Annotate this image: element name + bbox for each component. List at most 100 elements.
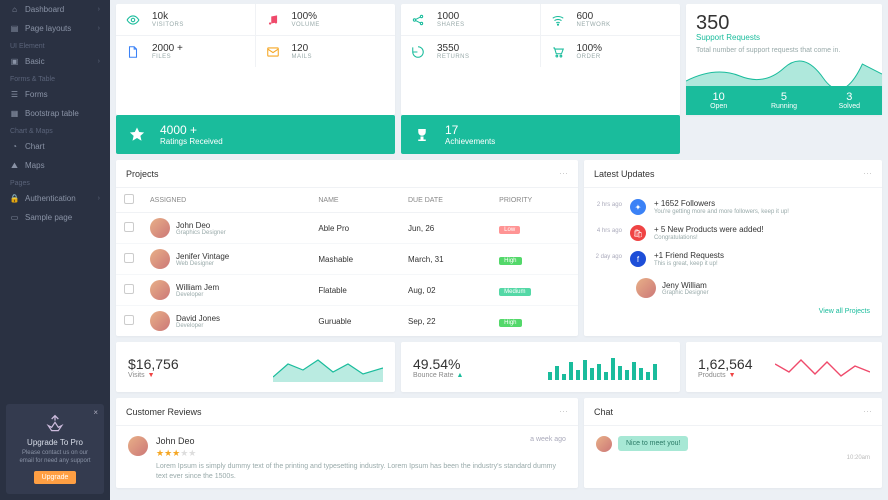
row-checkbox[interactable] [124, 253, 134, 263]
col-assigned: ASSIGNED [142, 188, 310, 213]
ratings-banner: 4000 +Ratings Received [116, 115, 395, 154]
bounce-card: 49.54%Bounce Rate▲ [401, 342, 680, 392]
table-row[interactable]: David JonesDeveloperGuruableSep, 22High [116, 306, 578, 337]
priority-badge: High [499, 319, 521, 327]
col-priority: PRIORITY [491, 188, 578, 213]
spark-line [775, 352, 870, 382]
nav-page-layouts[interactable]: ▤Page layouts› [0, 19, 110, 38]
table-icon: ▦ [10, 109, 19, 118]
chevron-icon: › [98, 25, 100, 32]
support-tab-solved[interactable]: 3Solved [817, 86, 882, 115]
stat-cell: 1000SHARES [401, 4, 541, 36]
eye-icon [126, 13, 140, 27]
support-desc: Total number of support requests that co… [696, 47, 872, 54]
priority-badge: Medium [499, 288, 530, 296]
metric-value: $16,756 [128, 356, 179, 372]
music-icon [266, 13, 280, 27]
update-icon: f [630, 251, 646, 267]
metric-label: Bounce Rate [413, 372, 453, 379]
chat-title: Chat [594, 407, 613, 417]
nav-authentication[interactable]: 🔒Authentication› [0, 189, 110, 208]
update-desc: Congratulations! [654, 235, 764, 241]
form-icon: ☰ [10, 90, 19, 99]
reviewer-name: John Deo [156, 436, 195, 446]
stat-value: 120 [292, 43, 313, 54]
view-all-link[interactable]: View all Projects [584, 304, 882, 319]
chat-time: 10:20am [596, 455, 870, 461]
nav-forms[interactable]: ☰Forms [0, 85, 110, 104]
cart-icon [551, 45, 565, 59]
close-icon[interactable]: × [93, 408, 98, 417]
card-menu-icon[interactable]: ⋯ [863, 168, 872, 179]
stat-cell: 3550RETURNS [401, 36, 541, 67]
upgrade-title: Upgrade To Pro [14, 438, 96, 447]
support-tab-running[interactable]: 5Running [751, 86, 816, 115]
update-time: 2 hrs ago [594, 199, 622, 215]
support-tab-open[interactable]: 10Open [686, 86, 751, 115]
caret-up-icon: ▲ [456, 372, 463, 379]
card-menu-icon[interactable]: ⋯ [559, 406, 568, 417]
priority-badge: Low [499, 226, 520, 234]
chat-bubble: Nice to meet you! [618, 436, 688, 451]
mail-icon [266, 45, 280, 59]
chevron-icon: › [98, 195, 100, 202]
stat-value: 2000 + [152, 43, 183, 54]
nav-section-chart: Chart & Maps [0, 123, 110, 137]
metric-label: Visits [128, 372, 145, 379]
layout-icon: ▤ [10, 24, 19, 33]
card-menu-icon[interactable]: ⋯ [559, 168, 568, 179]
update-title: +1 Friend Requests [654, 251, 724, 260]
table-row[interactable]: William JemDeveloperFlatableAug, 02Mediu… [116, 275, 578, 306]
card-menu-icon[interactable]: ⋯ [863, 406, 872, 417]
nav-label: Dashboard [25, 5, 64, 14]
table-row[interactable]: John DeoGraphics DesignerAble ProJun, 26… [116, 213, 578, 244]
friend-meta: Graphic Designer [662, 290, 709, 296]
friend-name: Jeny William [662, 281, 709, 290]
update-desc: This is great, keep it up! [654, 261, 724, 267]
banner-label: Achievements [445, 137, 495, 146]
support-tabs: 10Open 5Running 3Solved [686, 86, 882, 115]
sidebar: ⌂ Dashboard › ▤Page layouts› UI Element ▣B… [0, 0, 110, 500]
row-checkbox[interactable] [124, 284, 134, 294]
project-name: Mashable [310, 244, 400, 275]
nav-section-forms: Forms & Table [0, 71, 110, 85]
nav-dashboard[interactable]: ⌂Dashboard› [0, 0, 110, 19]
row-checkbox[interactable] [124, 315, 134, 325]
products-card: 1,62,564Products▼ [686, 342, 882, 392]
nav-sample-page[interactable]: ▭Sample page [0, 208, 110, 227]
update-title: + 5 New Products were added! [654, 225, 764, 234]
upgrade-box: × Upgrade To Pro Please contact us on ou… [6, 404, 104, 494]
review-ago: a week ago [530, 436, 566, 446]
nav-section-pages: Pages [0, 175, 110, 189]
nav-section-ui: UI Element [0, 38, 110, 52]
stat-label: RETURNS [437, 54, 470, 60]
nav-maps[interactable]: ⛰Maps [0, 156, 110, 175]
banner-label: Ratings Received [160, 137, 223, 146]
nav-basic[interactable]: ▣Basic› [0, 52, 110, 71]
friend-request[interactable]: Jeny WilliamGraphic Designer [636, 278, 872, 298]
nav-chart[interactable]: ◔Chart [0, 137, 110, 156]
caret-down-icon: ▼ [729, 372, 736, 379]
chevron-icon: › [98, 58, 100, 65]
main: 10kVISITORS100%VOLUME2000 +FILES120MAILS… [110, 0, 888, 500]
person-name: David Jones [176, 314, 220, 323]
nav-bootstrap-table[interactable]: ▦Bootstrap table [0, 104, 110, 123]
nav: ⌂ Dashboard › ▤Page layouts› UI Element ▣B… [0, 0, 110, 398]
star-icon [128, 126, 146, 144]
stat-value: 100% [292, 11, 320, 22]
upgrade-button[interactable]: Upgrade [34, 471, 77, 484]
stat-cell: 100%ORDER [541, 36, 681, 67]
table-row[interactable]: Jenifer VintageWeb DesignerMashableMarch… [116, 244, 578, 275]
col-name: NAME [310, 188, 400, 213]
select-all-checkbox[interactable] [124, 194, 134, 204]
page-icon: ▭ [10, 213, 19, 222]
row-checkbox[interactable] [124, 222, 134, 232]
updates-title: Latest Updates [594, 169, 655, 179]
avatar [636, 278, 656, 298]
updates-card: Latest Updates⋯ 2 hrs ago✦+ 1652 Followe… [584, 160, 882, 336]
share-icon [411, 13, 425, 27]
spark-bars [548, 352, 668, 382]
avatar [150, 249, 170, 269]
stat-value: 1000 [437, 11, 465, 22]
home-icon: ⌂ [10, 5, 19, 14]
